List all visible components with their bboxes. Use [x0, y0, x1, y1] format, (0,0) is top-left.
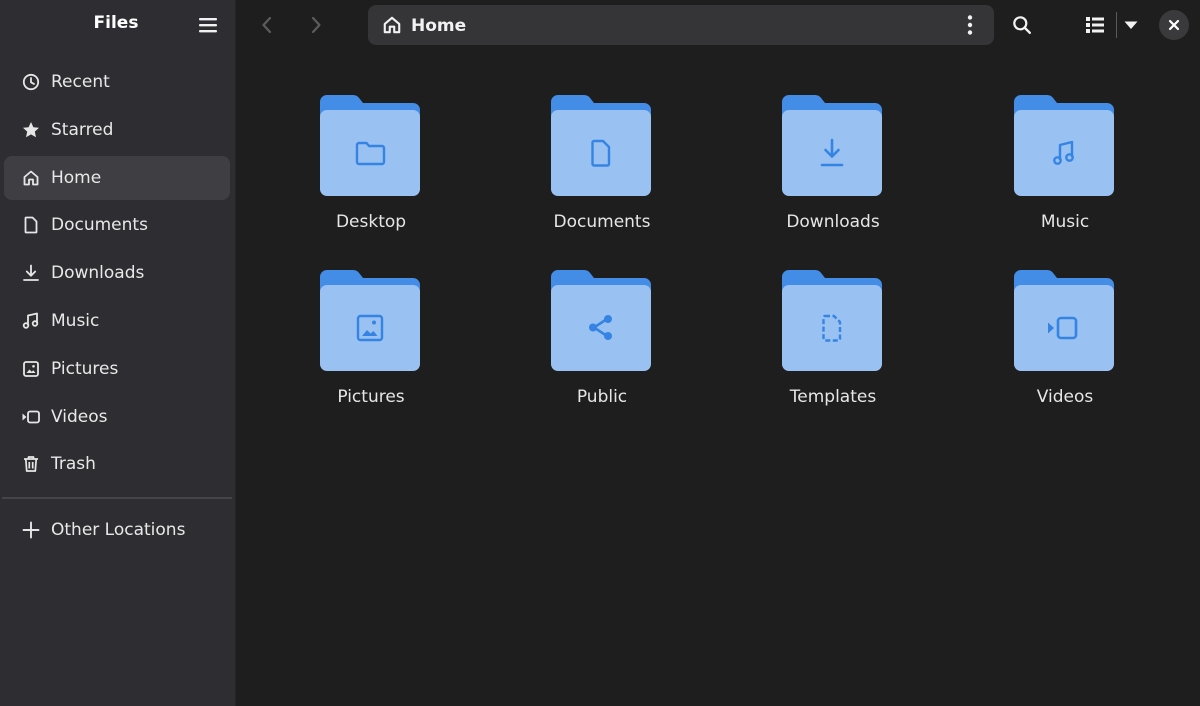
main-menu-button[interactable] — [192, 11, 224, 39]
back-button[interactable] — [250, 8, 284, 42]
sidebar-item-label: Videos — [51, 406, 108, 427]
image-icon — [320, 270, 420, 371]
location-label: Home — [411, 16, 467, 36]
document-icon — [21, 215, 41, 235]
folder-menu-button[interactable] — [958, 13, 982, 37]
view-options-dropdown[interactable] — [1119, 8, 1143, 42]
star-icon — [21, 120, 41, 140]
folder-item-music[interactable]: Music — [980, 50, 1150, 232]
hamburger-icon — [199, 18, 217, 33]
file-grid: Desktop Documents Downloads Music Pictur… — [237, 50, 1200, 706]
sidebar-item-videos[interactable]: Videos — [4, 395, 230, 439]
sidebar-other-list: Other Locations — [4, 508, 230, 556]
sidebar-item-recent[interactable]: Recent — [4, 60, 230, 104]
folder-icon — [320, 95, 420, 196]
sidebar-item-label: Documents — [51, 215, 148, 236]
sidebar-item-trash[interactable]: Trash — [4, 442, 230, 486]
location-bar[interactable]: Home — [368, 5, 994, 45]
folder-name: Videos — [1036, 387, 1094, 407]
trash-icon — [21, 454, 41, 474]
sidebar-item-home[interactable]: Home — [4, 155, 230, 200]
sidebar-places-list: Recent Starred Home Documents Downloads — [4, 60, 230, 490]
search-icon — [1013, 16, 1031, 34]
folder-item-public[interactable]: Public — [517, 225, 687, 407]
video-icon — [1014, 270, 1114, 371]
home-icon — [382, 15, 402, 39]
document-icon — [551, 95, 651, 196]
list-view-icon — [1086, 17, 1104, 33]
close-icon — [1168, 19, 1180, 31]
sidebar: Files Recent Starred Home Documents Down… — [0, 0, 236, 706]
sidebar-item-label: Downloads — [51, 263, 145, 284]
sidebar-header: Files — [0, 0, 236, 50]
music-icon — [1014, 95, 1114, 196]
sidebar-item-label: Other Locations — [51, 520, 186, 540]
plus-icon — [21, 520, 41, 540]
template-icon — [782, 270, 882, 371]
folder-name: Public — [576, 387, 628, 407]
folder-item-desktop[interactable]: Desktop — [286, 50, 456, 232]
folder-name: Templates — [789, 387, 877, 407]
folder-name: Pictures — [337, 387, 405, 407]
chevron-down-icon — [1124, 21, 1138, 29]
view-toggle-button[interactable] — [1079, 8, 1111, 42]
download-icon — [782, 95, 882, 196]
image-icon — [21, 359, 41, 379]
chevron-left-icon — [262, 16, 272, 34]
sidebar-item-music[interactable]: Music — [4, 299, 230, 343]
sidebar-item-label: Starred — [51, 119, 114, 140]
kebab-menu-icon — [967, 15, 973, 35]
sidebar-item-other-locations[interactable]: Other Locations — [4, 508, 230, 552]
header-bar: Home — [237, 0, 1200, 50]
share-icon — [551, 270, 651, 371]
sidebar-divider — [2, 497, 232, 499]
search-button[interactable] — [1005, 8, 1039, 42]
close-window-button[interactable] — [1159, 10, 1189, 40]
forward-button[interactable] — [299, 8, 333, 42]
folder-item-videos[interactable]: Videos — [980, 225, 1150, 407]
home-icon — [21, 168, 41, 188]
sidebar-item-label: Music — [51, 310, 100, 331]
sidebar-item-downloads[interactable]: Downloads — [4, 251, 230, 295]
sidebar-item-starred[interactable]: Starred — [4, 108, 230, 152]
sidebar-item-label: Trash — [51, 454, 96, 475]
folder-item-pictures[interactable]: Pictures — [286, 225, 456, 407]
chevron-right-icon — [311, 16, 321, 34]
folder-item-documents[interactable]: Documents — [517, 50, 687, 232]
sidebar-item-label: Recent — [51, 72, 110, 92]
sidebar-item-label: Home — [51, 167, 102, 188]
sidebar-item-label: Pictures — [51, 358, 119, 379]
view-button-separator — [1116, 12, 1117, 38]
clock-icon — [21, 72, 41, 92]
download-icon — [21, 263, 41, 283]
folder-item-downloads[interactable]: Downloads — [748, 50, 918, 232]
video-icon — [21, 407, 41, 427]
folder-item-templates[interactable]: Templates — [748, 225, 918, 407]
music-icon — [21, 311, 41, 331]
sidebar-item-pictures[interactable]: Pictures — [4, 347, 230, 391]
sidebar-item-documents[interactable]: Documents — [4, 203, 230, 247]
